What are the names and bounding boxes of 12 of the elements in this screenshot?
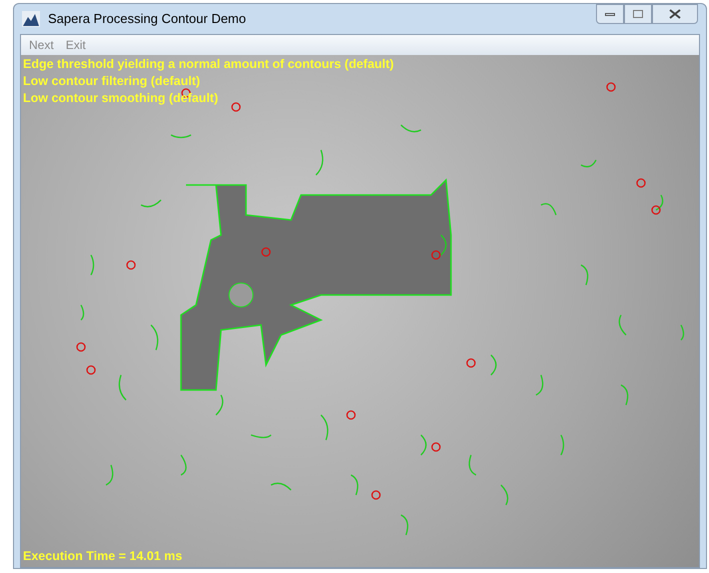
close-button[interactable] bbox=[652, 4, 698, 24]
menu-item[interactable]: Next bbox=[29, 36, 54, 54]
menu-item[interactable]: Exit bbox=[66, 36, 86, 54]
status-text: Low contour smoothing (default) bbox=[23, 90, 220, 107]
status-text: Edge threshold yielding a normal amount of contours (default) bbox=[23, 56, 394, 73]
status-text: Low contour filtering (default) bbox=[23, 73, 202, 90]
execution-time-text: Execution Time = 14.01 ms bbox=[23, 548, 182, 566]
window-title: Sapera Processing Contour Demo bbox=[48, 10, 246, 28]
minimize-button[interactable] bbox=[596, 4, 624, 24]
close-icon bbox=[669, 9, 681, 19]
app-logo-icon bbox=[22, 11, 40, 27]
maximize-button[interactable] bbox=[624, 4, 652, 24]
